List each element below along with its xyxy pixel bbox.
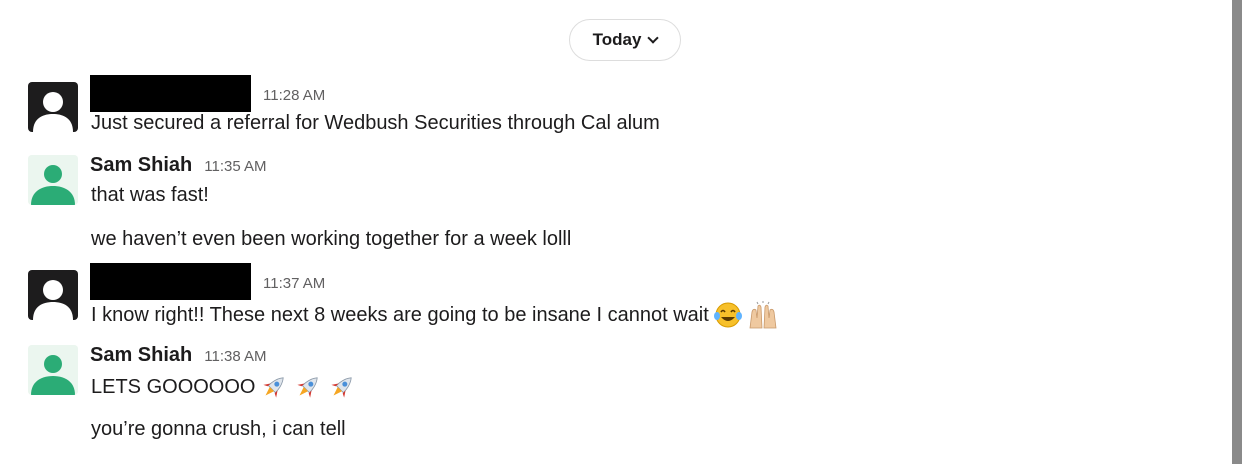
avatar[interactable]: [28, 345, 78, 395]
message-line: that was fast!: [91, 184, 209, 206]
message-text: I know right!! These next 8 weeks are go…: [91, 300, 779, 330]
message-text: you’re gonna crush, i can tell: [91, 418, 346, 441]
raised-hands-emoji-icon[interactable]: [747, 300, 779, 330]
message-text: Just secured a referral for Wedbush Secu…: [91, 112, 660, 135]
avatar[interactable]: [28, 82, 78, 132]
author-name[interactable]: Sam Shiah: [90, 344, 192, 367]
message-text: LETS GOOOOOO: [91, 372, 357, 402]
message-line: you’re gonna crush, i can tell: [91, 418, 346, 440]
rocket-emoji-icon[interactable]: [327, 372, 357, 402]
message-timestamp[interactable]: 11:28 AM: [263, 87, 325, 104]
chevron-down-icon: [647, 32, 660, 44]
user-silhouette-icon: [33, 92, 73, 132]
avatar[interactable]: [28, 155, 78, 205]
message-line: I know right!! These next 8 weeks are go…: [91, 303, 709, 326]
redacted-author-name: [90, 75, 251, 112]
date-divider-label: Today: [592, 30, 642, 49]
message-line: LETS GOOOOOO: [91, 375, 256, 398]
author-name[interactable]: Sam Shiah: [90, 154, 192, 177]
user-silhouette-icon: [28, 155, 78, 205]
user-silhouette-icon: [28, 345, 78, 395]
scrollbar[interactable]: [1232, 0, 1242, 464]
message-line: we haven’t even been working together fo…: [91, 228, 572, 250]
user-silhouette-icon: [33, 280, 73, 320]
date-divider-button[interactable]: Today: [569, 19, 681, 61]
message-pane: Today 11:28 AM Just secured a referral f…: [0, 0, 1253, 464]
rocket-emoji-icon[interactable]: [293, 372, 323, 402]
message-timestamp[interactable]: 11:37 AM: [263, 275, 325, 292]
rocket-emoji-icon[interactable]: [259, 372, 289, 402]
avatar[interactable]: [28, 270, 78, 320]
message-line: Just secured a referral for Wedbush Secu…: [91, 112, 660, 134]
message-text: we haven’t even been working together fo…: [91, 228, 571, 251]
redacted-author-name: [90, 263, 251, 300]
joy-emoji-icon[interactable]: [713, 301, 743, 329]
message-timestamp[interactable]: 11:38 AM: [204, 348, 266, 365]
message-timestamp[interactable]: 11:35 AM: [204, 158, 266, 175]
message-text: that was fast!: [91, 184, 209, 207]
